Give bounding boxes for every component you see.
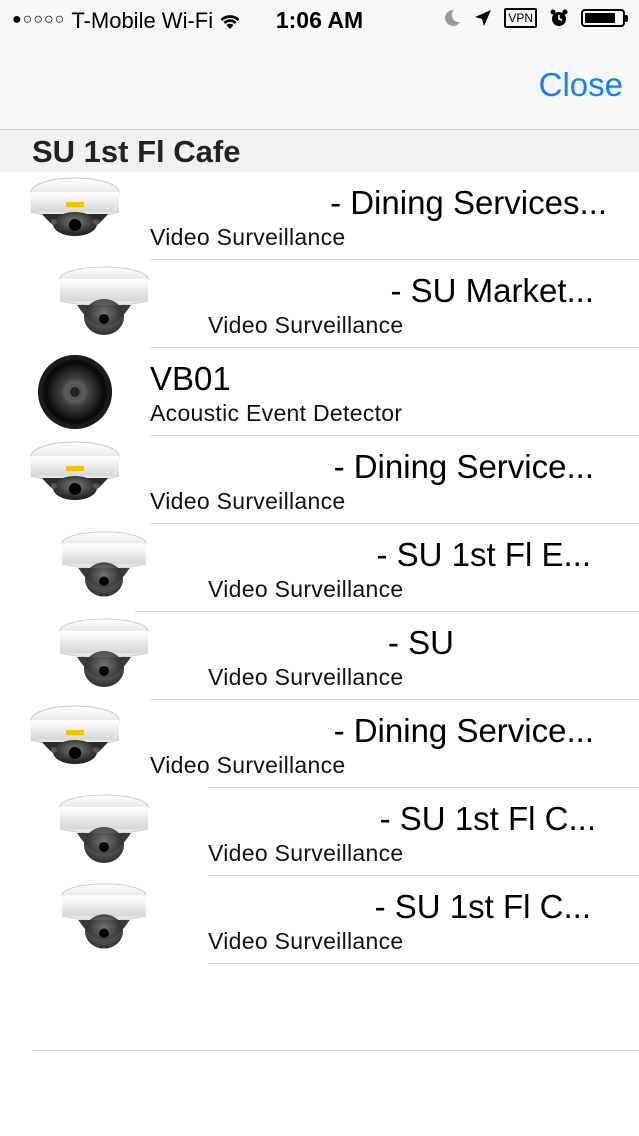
item-title: - SU 1st Fl C... <box>379 800 596 837</box>
list-item[interactable]: - SU Market... Video Surveillance <box>0 260 639 348</box>
status-right: VPN <box>442 8 628 28</box>
navigation-bar: Close <box>0 40 639 130</box>
dome-camera-icon <box>57 793 151 873</box>
vpn-badge: VPN <box>504 8 537 28</box>
dome-camera-icon <box>60 882 148 958</box>
item-subtitle: Video Surveillance <box>208 664 404 690</box>
alarm-clock-icon <box>549 8 569 28</box>
list-item[interactable]: - Dining Service... Video Surveillance <box>0 436 639 524</box>
item-subtitle: Video Surveillance <box>208 576 404 602</box>
item-subtitle: Video Surveillance <box>150 488 346 514</box>
close-button[interactable]: Close <box>539 66 623 104</box>
battery-icon <box>581 9 628 27</box>
item-subtitle: Video Surveillance <box>208 312 404 338</box>
row-separator <box>208 963 639 964</box>
item-subtitle: Video Surveillance <box>208 928 404 954</box>
dome-camera-icon <box>30 438 120 518</box>
item-subtitle: Video Surveillance <box>150 224 346 250</box>
dome-camera-icon <box>57 265 151 345</box>
list-item[interactable]: - SU 1st Fl E... Video Surveillance <box>0 524 639 612</box>
item-subtitle: Video Surveillance <box>150 752 346 778</box>
item-title: - Dining Service... <box>333 448 594 485</box>
list-item[interactable]: - Dining Service... Video Surveillance <box>0 700 639 788</box>
list-item[interactable]: - SU 1st Fl C... Video Surveillance <box>0 876 639 964</box>
item-subtitle: Video Surveillance <box>208 840 404 866</box>
dome-camera-icon <box>60 530 148 606</box>
list-item[interactable]: - SU Video Surveillance <box>0 612 639 700</box>
item-title: - Dining Service... <box>333 712 594 749</box>
device-list: - Dining Services... Video Surveillance … <box>0 172 639 964</box>
speaker-icon <box>36 353 114 431</box>
moon-icon <box>442 8 462 28</box>
dome-camera-icon <box>30 174 120 254</box>
item-subtitle: Acoustic Event Detector <box>150 400 403 426</box>
list-item[interactable]: - SU 1st Fl C... Video Surveillance <box>0 788 639 876</box>
dome-camera-icon <box>57 617 151 697</box>
status-bar: ●○○○○ T-Mobile Wi-Fi 1:06 AM VPN <box>0 0 639 40</box>
list-item[interactable]: VB01 Acoustic Event Detector <box>0 348 639 436</box>
section-title: SU 1st Fl Cafe <box>32 134 241 169</box>
item-title: - SU 1st Fl C... <box>374 888 591 925</box>
item-title: - SU Market... <box>390 272 594 309</box>
list-end-separator <box>32 1050 639 1051</box>
item-title: - Dining Services... <box>330 184 607 221</box>
location-arrow-icon <box>474 9 492 27</box>
list-item[interactable]: - Dining Services... Video Surveillance <box>0 172 639 260</box>
battery-level <box>585 13 615 23</box>
item-title: - SU 1st Fl E... <box>376 536 591 573</box>
item-title: VB01 <box>150 360 231 397</box>
dome-camera-icon <box>30 702 120 782</box>
section-header: SU 1st Fl Cafe <box>0 130 639 172</box>
item-title: - SU <box>388 624 454 661</box>
